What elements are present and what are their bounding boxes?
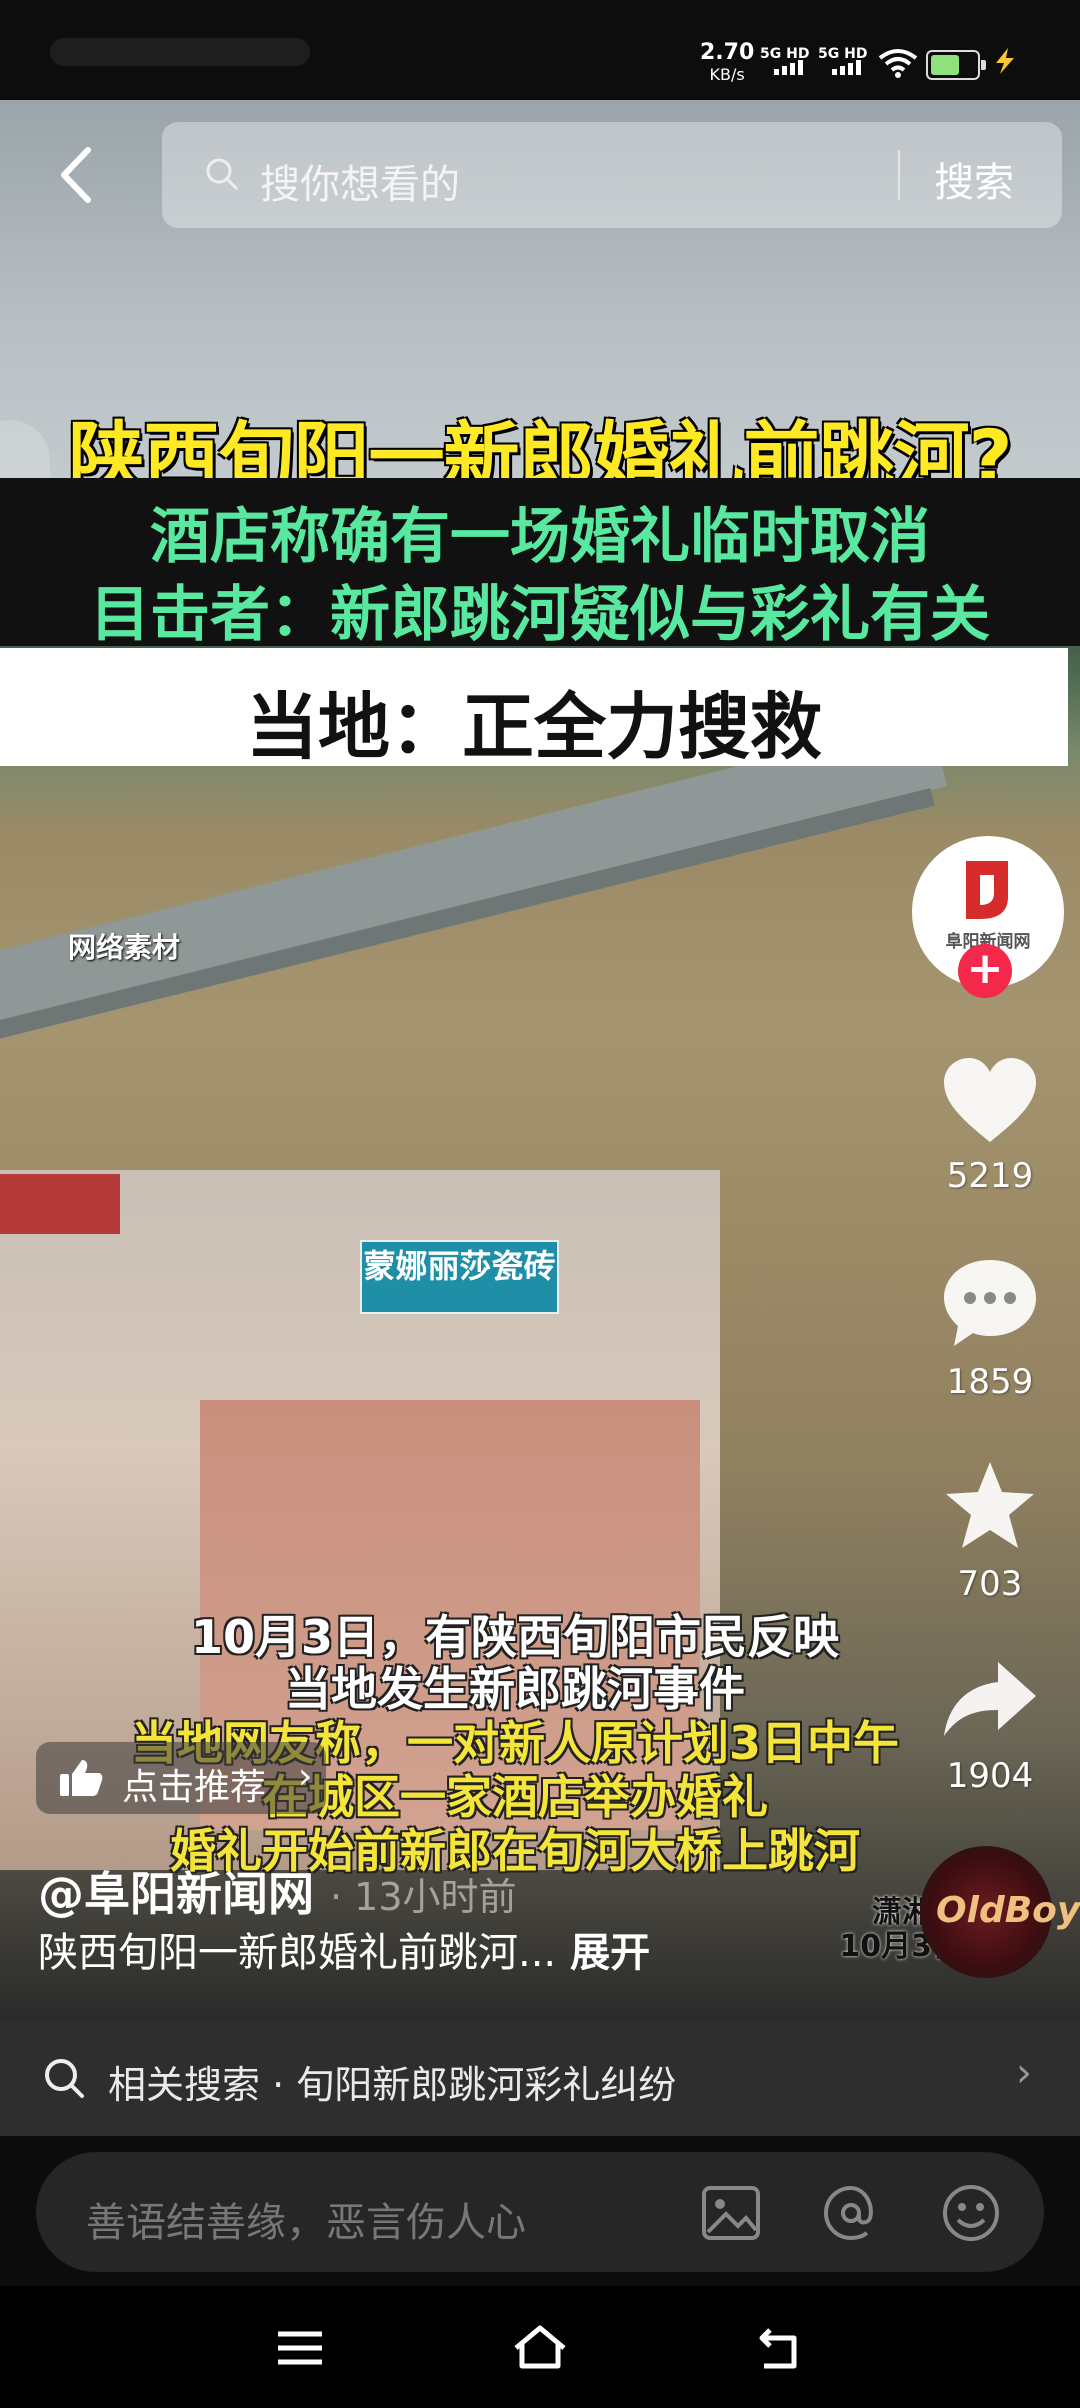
caption-line-2: 当地发生新郎跳河事件: [285, 1662, 745, 1716]
search-divider: [898, 150, 900, 200]
share-button[interactable]: 1904: [930, 1656, 1050, 1796]
video-scene-shop-sign: [0, 1174, 120, 1234]
video-description[interactable]: 陕西旬阳一新郎婚礼前跳河... 展开: [38, 1920, 650, 1978]
related-search-prefix: 相关搜索: [108, 2063, 261, 2107]
network-speed-unit: KB/s: [709, 65, 745, 84]
search-button[interactable]: 搜索: [934, 150, 1014, 208]
back-arrow-icon[interactable]: [52, 140, 102, 210]
music-disc-label: OldBoy: [936, 1890, 1080, 1931]
like-count: 5219: [946, 1156, 1034, 1196]
star-icon: [946, 1462, 1034, 1548]
related-search-text: 相关搜索 · 旬阳新郎跳河彩礼纠纷: [108, 2063, 677, 2107]
chevron-right-icon: ›: [298, 1756, 313, 1797]
author-logo-icon: [966, 861, 1008, 919]
like-button[interactable]: 5219: [930, 1056, 1050, 1196]
billboard-text: 蒙娜丽莎瓷砖: [363, 1247, 556, 1285]
sim2-signal-icon: [832, 60, 861, 75]
heart-icon: [944, 1058, 1036, 1142]
recommend-label: 点击推荐: [122, 1767, 267, 1808]
author-handle[interactable]: @阜阳新闻网 · 13小时前: [38, 1858, 517, 1924]
image-icon[interactable]: [696, 2178, 766, 2248]
search-input[interactable]: 搜你想看的: [260, 152, 460, 210]
search-icon: [206, 158, 238, 190]
favorite-count: 703: [957, 1564, 1023, 1604]
video-white-band: 当地：正全力搜救: [0, 648, 1068, 769]
comment-compose-bar: 善语结善缘，恶言伤人心: [0, 2136, 1080, 2286]
author-handle-text[interactable]: @阜阳新闻网: [38, 1867, 314, 1921]
mention-icon[interactable]: [816, 2178, 886, 2248]
search-icon: [45, 2059, 84, 2098]
caption-line-1: 10月3日，有陕西旬阳市民反映: [190, 1610, 840, 1664]
comment-input-placeholder: 善语结善缘，恶言伤人心: [86, 2200, 526, 2246]
recommend-button[interactable]: 点击推荐 ›: [36, 1742, 326, 1814]
follow-button[interactable]: +: [958, 944, 1012, 998]
status-bar: 2.70 KB/s 5G HD 5G HD: [0, 0, 1080, 100]
video-subline-1: 酒店称确有一场婚礼临时取消: [150, 502, 930, 572]
comment-icon: [944, 1260, 1036, 1346]
network-speed: 2.70 KB/s: [700, 42, 754, 86]
music-disc[interactable]: OldBoy: [920, 1846, 1080, 1978]
thumbs-up-icon: [60, 1760, 103, 1796]
favorite-button[interactable]: 703: [930, 1458, 1050, 1604]
video-scene-billboard: 蒙娜丽莎瓷砖: [360, 1240, 559, 1314]
source-note: 网络素材: [68, 931, 181, 964]
back-icon[interactable]: [750, 2318, 810, 2378]
wifi-icon: [878, 49, 918, 78]
video-subline-2: 目击者：新郎跳河疑似与彩礼有关: [90, 580, 990, 650]
expand-button[interactable]: 展开: [570, 1930, 650, 1976]
search-bar[interactable]: 搜你想看的 搜索: [162, 122, 1062, 228]
menu-icon[interactable]: [270, 2318, 330, 2378]
video-subtitle-band: 酒店称确有一场婚礼临时取消 目击者：新郎跳河疑似与彩礼有关: [0, 478, 1080, 650]
video-white-band-text: 当地：正全力搜救: [245, 685, 822, 769]
comment-count: 1859: [946, 1362, 1034, 1402]
post-time: · 13小时前: [330, 1875, 517, 1919]
comment-button[interactable]: 1859: [930, 1256, 1050, 1402]
video-description-text: 陕西旬阳一新郎婚礼前跳河...: [38, 1930, 557, 1976]
emoji-icon[interactable]: [936, 2178, 1006, 2248]
related-search-bar[interactable]: 相关搜索 · 旬阳新郎跳河彩礼纠纷 ›: [0, 2020, 1080, 2136]
chevron-right-icon: ›: [1016, 2050, 1032, 2096]
status-left-blurred: [50, 38, 310, 66]
comment-input[interactable]: 善语结善缘，恶言伤人心: [36, 2152, 1044, 2272]
battery-icon: [926, 50, 986, 80]
share-count: 1904: [946, 1756, 1034, 1796]
system-nav-bar: [0, 2286, 1080, 2408]
related-search-query: 旬阳新郎跳河彩礼纠纷: [296, 2063, 677, 2107]
charging-bolt-icon: [996, 48, 1014, 74]
share-arrow-icon: [944, 1662, 1036, 1736]
sim1-signal-icon: [774, 60, 803, 75]
home-icon[interactable]: [510, 2318, 570, 2378]
network-speed-value: 2.70: [700, 40, 755, 65]
